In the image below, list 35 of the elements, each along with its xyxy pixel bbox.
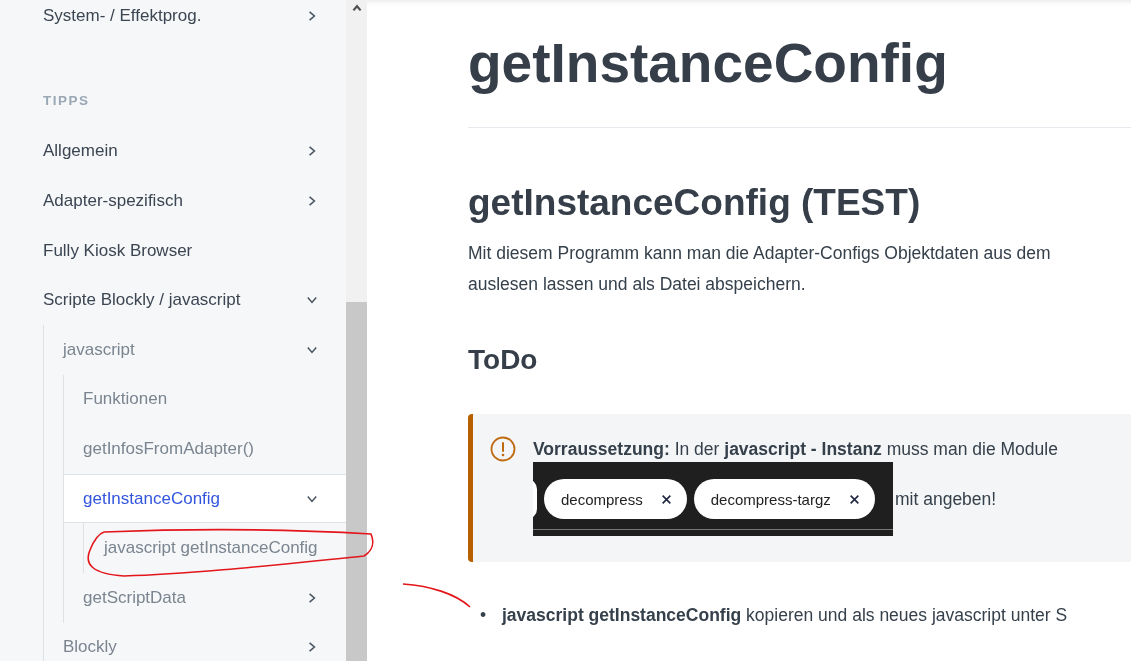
subheading: ToDo [468,343,539,377]
sidebar-item[interactable]: javascript [44,324,346,375]
sidebar-item[interactable]: Adapter-spezifisch [0,176,346,226]
intro-paragraph: Mit diesem Programm kann man die Adapter-Configs Objektdaten aus dem auslesen lassen und als Datei abspeichern. [468,242,1052,296]
callout-text: Vorraussetzung: In der javascript - Instanz muss man die Module [533,438,1058,461]
sidebar-item[interactable]: Blockly [44,622,346,661]
section-heading: getInstanceConfig (TEST) [468,181,922,225]
close-icon [660,493,672,505]
sidebar-item[interactable]: Fully Kiosk Browser [0,225,346,276]
sidebar-item[interactable]: System- / Effektprog. [0,0,346,41]
section-title: TIPPS [42,92,91,110]
bullet-marker: • [480,604,488,627]
chevron-icon [306,641,318,654]
bullet-text: javascript getInstanceConfig kopieren und als neues javascript unter S [502,604,1068,627]
warning-icon [490,436,516,462]
chevron-icon [306,9,318,22]
chip-label: decompress [561,490,643,508]
sidebar-item[interactable]: getInstanceConfig [64,473,346,524]
callout-text: mit angeben! [895,488,997,510]
sidebar-item[interactable]: getScriptData [64,572,346,623]
sidebar-item[interactable]: Allgemein [0,126,346,177]
sidebar-item[interactable]: Funktionen [64,374,346,425]
chevron-icon [306,591,318,604]
scrollbar-thumb[interactable] [346,302,367,661]
annotation-stroke [401,580,473,610]
sidebar-item[interactable]: getInfosFromAdapter() [64,424,346,474]
page-title: getInstanceConfig [468,31,949,96]
sidebar-item[interactable]: javascript getInstanceConfig [84,523,346,573]
sidebar-item[interactable]: Scripte Blockly / javascript [0,275,346,325]
scroll-up-icon[interactable] [351,2,363,14]
chevron-icon [306,145,318,158]
scrollbar[interactable] [346,0,367,661]
close-icon [848,493,860,505]
chevron-icon [306,195,318,207]
chip-label: decompress-targz [710,490,831,508]
